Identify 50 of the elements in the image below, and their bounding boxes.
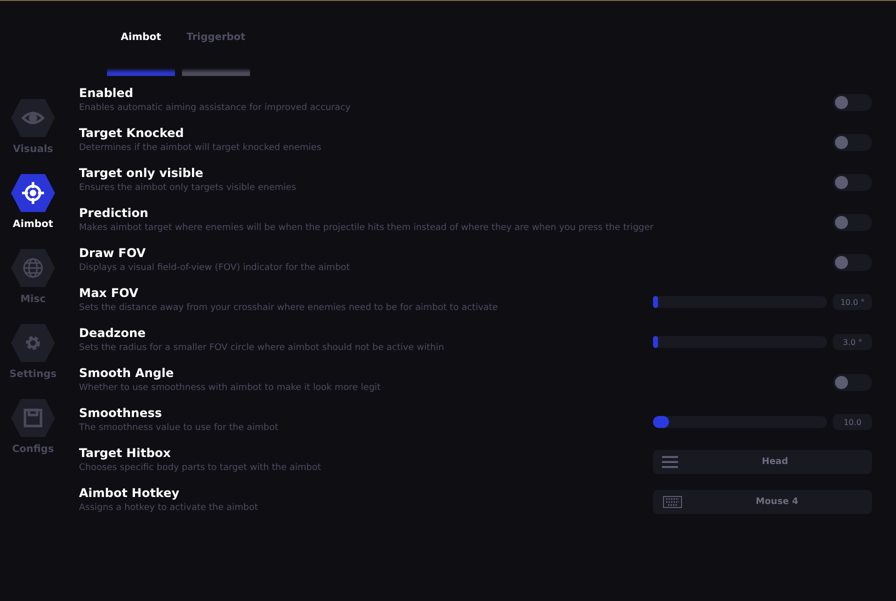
globe-hexagon-icon xyxy=(10,248,56,288)
keyboard-icon xyxy=(663,496,682,508)
sidebar-item[interactable]: Aimbot xyxy=(10,173,56,241)
slider-value: 3.0 ° xyxy=(833,334,872,350)
menu-icon xyxy=(662,456,678,468)
setting-description: Determines if the aimbot will target knocked enemies xyxy=(79,143,322,153)
toggle-switch[interactable] xyxy=(833,94,872,111)
slider-track[interactable] xyxy=(653,416,827,428)
sidebar-item[interactable]: Visuals xyxy=(10,98,56,166)
crosshair-hexagon-icon xyxy=(10,173,56,213)
sidebar-item[interactable]: Settings xyxy=(9,323,57,391)
setting-title: Smooth Angle xyxy=(79,366,175,380)
hitbox-dropdown[interactable]: Head xyxy=(653,450,872,474)
toggle-switch[interactable] xyxy=(833,214,872,231)
toggle-switch[interactable] xyxy=(833,374,872,391)
slider-track[interactable] xyxy=(653,296,827,308)
setting-title: Deadzone xyxy=(79,326,147,340)
slider-value: 10.0 ° xyxy=(833,294,872,310)
setting-description: Sets the radius for a smaller FOV circle where aimbot should not be active within xyxy=(79,343,444,353)
setting-description: Makes aimbot target where enemies will be when the projectile hits them instead of where they are when you press the trigger xyxy=(79,223,654,233)
toggle-switch[interactable] xyxy=(833,174,872,191)
tab[interactable]: Triggerbot xyxy=(182,1,250,76)
setting-title: Max FOV xyxy=(79,286,140,300)
setting-description: Assigns a hotkey to activate the aimbot xyxy=(79,503,258,513)
gear-hexagon-icon xyxy=(10,323,56,363)
setting-title: Aimbot Hotkey xyxy=(79,486,180,500)
setting-title: Target only visible xyxy=(79,166,204,180)
save-hexagon-icon xyxy=(10,398,56,438)
setting-title: Prediction xyxy=(79,206,150,220)
setting-description: Chooses specific body parts to target with the aimbot xyxy=(79,463,322,473)
setting-description: The smoothness value to use for the aimbot xyxy=(79,423,278,433)
slider-track[interactable] xyxy=(653,336,827,348)
sidebar-item[interactable]: Misc xyxy=(10,248,56,316)
sidebar-item[interactable]: Configs xyxy=(10,398,56,466)
setting-title: Target Hitbox xyxy=(79,446,172,460)
eye-hexagon-icon xyxy=(10,98,56,138)
toggle-switch[interactable] xyxy=(833,254,872,271)
setting-title: Smoothness xyxy=(79,406,163,420)
setting-description: Sets the distance away from your crosshair where enemies need to be for aimbot to activate xyxy=(79,303,498,313)
setting-description: Whether to use smoothness with aimbot to make it look more legit xyxy=(79,383,381,393)
slider-value: 10.0 xyxy=(833,414,872,430)
tab[interactable]: Aimbot xyxy=(107,1,175,76)
setting-description: Displays a visual field-of-view (FOV) indicator for the aimbot xyxy=(79,263,350,273)
setting-description: Ensures the aimbot only targets visible enemies xyxy=(79,183,296,193)
hotkey-button[interactable]: Mouse 4 xyxy=(653,490,872,514)
setting-title: Target Knocked xyxy=(79,126,185,140)
toggle-switch[interactable] xyxy=(833,134,872,151)
setting-description: Enables automatic aiming assistance for improved accuracy xyxy=(79,103,351,113)
setting-title: Draw FOV xyxy=(79,246,147,260)
setting-title: Enabled xyxy=(79,86,134,100)
